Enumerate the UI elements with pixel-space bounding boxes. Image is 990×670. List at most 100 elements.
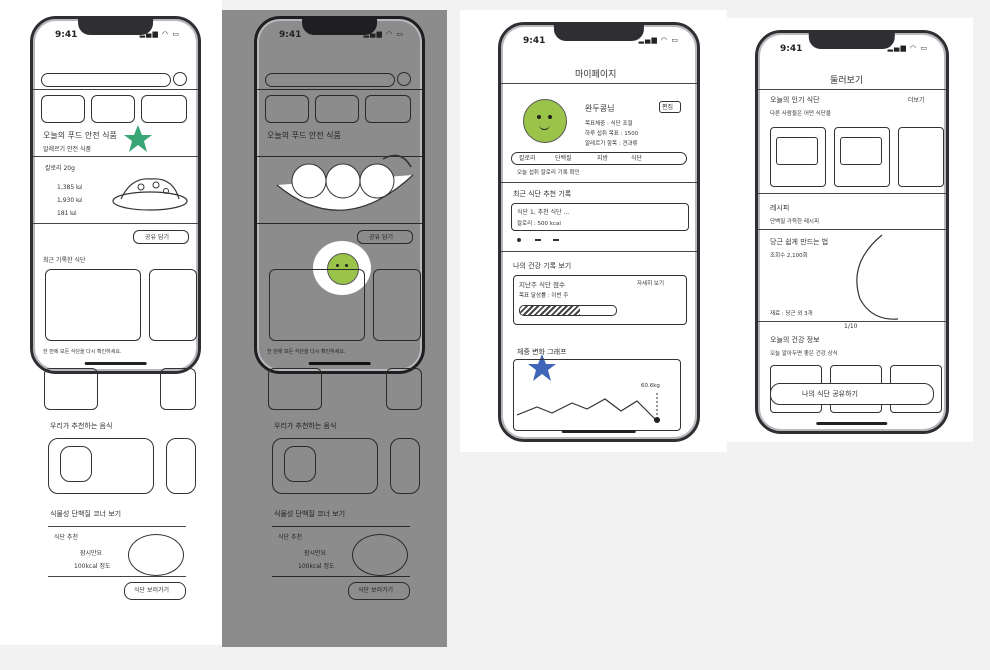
tag-item[interactable]: 식단 (631, 153, 642, 162)
status-icons: ▂▄▆ ◠ ▭ (139, 30, 180, 38)
tag-item[interactable]: 칼로리 (519, 153, 536, 162)
lower-card[interactable] (268, 368, 322, 410)
recent-card[interactable] (269, 269, 365, 341)
lower-button-label: 식단 보러가기 (134, 587, 170, 594)
page-indicator: 1/10 (844, 323, 858, 330)
search-input[interactable] (41, 73, 171, 87)
search-icon[interactable] (173, 72, 187, 86)
status-time: 9:41 (279, 30, 302, 40)
category-card[interactable] (265, 95, 309, 123)
section-title: 최근 식단 추천 기록 (513, 190, 572, 198)
lower-section-title: 우리가 추천하는 음식 (50, 422, 113, 430)
status-icons: ▂▄▆ ◠ ▭ (638, 36, 679, 44)
category-card[interactable] (141, 95, 187, 123)
tag-item[interactable]: 지방 (597, 153, 608, 162)
lower-section-title: 우리가 추천하는 음식 (274, 422, 337, 430)
food-plate-icon (112, 178, 188, 211)
bottom-note: 한 번에 모든 식단을 다시 확인하세요. (43, 349, 122, 355)
recipe-note: 재료 : 당근 외 3개 (770, 311, 813, 317)
section-sub: 오늘 알아두면 좋은 건강 상식 (770, 351, 838, 357)
category-card[interactable] (315, 95, 359, 123)
section-title: 오늘의 인기 식단 (770, 96, 820, 104)
stat-item: 1,930 ㎉ (57, 197, 83, 204)
star-icon (124, 125, 152, 152)
section-sub: 다른 사람들은 어떤 식단을 (770, 111, 831, 117)
share-diet-button-label: 나의 식단 공유하기 (802, 390, 858, 398)
status-time: 9:41 (55, 30, 78, 40)
recipe-views: 조회수 2,100회 (770, 253, 808, 259)
screen2-panel: 9:41 ▂▄▆ ◠ ▭ 오늘의 푸드 안전 식품 공유 담기 한 번에 모든 … (222, 10, 447, 647)
health-sub: 목표 달성률 : 이번 주 (519, 293, 569, 299)
phone-frame-2: 9:41 ▂▄▆ ◠ ▭ 오늘의 푸드 안전 식품 공유 담기 한 번에 모든 … (254, 16, 425, 374)
status-time: 9:41 (523, 36, 546, 46)
recent-label: 최근 기록한 식단 (43, 257, 86, 264)
pagination-dots (517, 238, 577, 242)
stat-item: 1,385 ㎉ (57, 184, 83, 191)
screen1-panel: 9:41 ▂▄▆ ◠ ▭ 오늘의 푸드 안전 식품 알레르기 안전 식품 칼로리… (0, 0, 222, 645)
tag-item[interactable]: 단백질 (555, 153, 572, 162)
recipe-image[interactable] (842, 233, 946, 323)
avatar (523, 99, 567, 143)
recent-card[interactable] (149, 269, 197, 341)
tag-subtext: 오늘 섭취 칼로리 기록 확인 (517, 170, 580, 176)
lower-text: 잠시만요 (304, 550, 327, 557)
share-button-label: 공유 담기 (369, 234, 393, 241)
trend-card[interactable] (898, 127, 944, 187)
lower-card[interactable] (44, 368, 98, 410)
section-title: 레시피 (770, 204, 790, 212)
status-time: 9:41 (780, 44, 803, 54)
section-title: 오늘의 푸드 안전 식품 (267, 131, 341, 140)
section-title: 오늘의 푸드 안전 식품 (43, 131, 117, 140)
profile-info: 하루 섭취 목표 : 1500 (585, 131, 639, 137)
lower-text: 식단 추천 (278, 534, 302, 541)
see-more-link[interactable]: 더보기 (908, 95, 925, 104)
weight-chart-line (517, 393, 660, 423)
pea-face-sketch-icon (352, 534, 408, 576)
screen4-panel: 9:41 ▂▄▆ ◠ ▭ 둘러보기 오늘의 인기 식단 더보기 다른 사람들은 … (727, 18, 973, 442)
profile-info: 목표체중 : 식단 조절 (585, 121, 633, 127)
lower-text: 100kcal 정도 (74, 563, 111, 570)
lower-card[interactable] (160, 368, 196, 410)
pea-face-sketch-icon (128, 534, 184, 576)
history-sub: 칼로리 : 500 kcal (517, 221, 561, 227)
lower-card[interactable] (166, 438, 196, 494)
category-card[interactable] (365, 95, 411, 123)
lower-section-title: 식물성 단백질 코너 보기 (50, 510, 122, 518)
profile-name: 완두콩님 (585, 104, 615, 113)
lower-button-label: 식단 보러가기 (358, 587, 394, 594)
section-title: 나의 건강 기록 보기 (513, 262, 572, 270)
stat-item: 181 ㎉ (57, 210, 77, 217)
section-subtitle: 알레르기 안전 식품 (43, 146, 91, 153)
status-icons: ▂▄▆ ◠ ▭ (887, 44, 928, 52)
lower-card[interactable] (386, 368, 422, 410)
recent-card[interactable] (45, 269, 141, 341)
health-link[interactable]: 자세히 보기 (637, 279, 664, 287)
lower-text: 식단 추천 (54, 534, 78, 541)
search-icon[interactable] (397, 72, 411, 86)
section-sub: 단백질 가득한 레시피 (770, 219, 820, 225)
status-icons: ▂▄▆ ◠ ▭ (363, 30, 404, 38)
recipe-title: 당근 쉽게 만드는 법 (770, 238, 829, 246)
trend-card-inner (776, 137, 818, 165)
lower-text: 잠시만요 (80, 550, 103, 557)
trend-card-inner (840, 137, 882, 165)
page-title: 둘러보기 (830, 76, 864, 86)
peapod-icon (276, 154, 414, 211)
recent-card[interactable] (373, 269, 421, 341)
card-text: 칼로리 20g (45, 165, 75, 172)
lower-text: 100kcal 정도 (298, 563, 335, 570)
lower-card-inner (284, 446, 316, 482)
health-item: 지난주 식단 점수 (519, 281, 565, 289)
category-card[interactable] (41, 95, 85, 123)
lower-card[interactable] (390, 438, 420, 494)
page-title: 마이페이지 (575, 70, 617, 80)
section-title: 오늘의 건강 정보 (770, 336, 820, 344)
category-card[interactable] (91, 95, 135, 123)
phone-frame-1: 9:41 ▂▄▆ ◠ ▭ 오늘의 푸드 안전 식품 알레르기 안전 식품 칼로리… (30, 16, 201, 374)
search-input[interactable] (265, 73, 395, 87)
edit-button-label: 편집 (662, 104, 674, 111)
profile-info: 알레르기 항목 : 견과류 (585, 141, 638, 147)
screen3-panel: 9:41 ▂▄▆ ◠ ▭ 마이페이지 완두콩님 편집 목표체중 : 식단 조절 … (460, 10, 727, 452)
lower-card-inner (60, 446, 92, 482)
bottom-note: 한 번에 모든 식단을 다시 확인하세요. (267, 349, 346, 355)
